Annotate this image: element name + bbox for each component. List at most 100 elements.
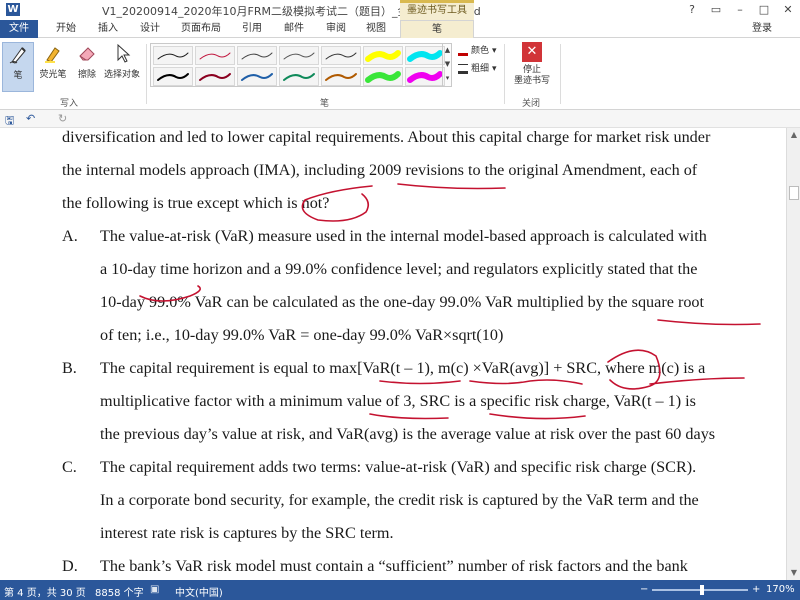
ribbon-display-icon[interactable]: ▭: [704, 0, 728, 20]
pen-weight-button[interactable]: 粗细 ▾: [458, 60, 497, 78]
maximize-button[interactable]: □: [752, 0, 776, 20]
undo-icon[interactable]: ↶: [26, 112, 35, 125]
select-objects-button[interactable]: 选择对象: [100, 42, 144, 80]
quick-access-toolbar: 🖫 ↶ ↻: [0, 110, 800, 128]
highlighter-tool-label: 荧光笔: [39, 70, 67, 80]
pen-color-button[interactable]: 颜色 ▾: [458, 42, 497, 60]
tab-references[interactable]: 引用: [234, 20, 270, 38]
tab-insert[interactable]: 插入: [90, 20, 126, 38]
pen-stroke-icon: [365, 50, 401, 62]
pen-swatch[interactable]: [405, 46, 445, 65]
ink-underline-specific: [489, 413, 586, 420]
stop-inking-label-1: 停止: [522, 65, 541, 75]
tab-design[interactable]: 设计: [132, 20, 168, 38]
highlighter-tool-button[interactable]: 荧光笔: [36, 42, 70, 80]
pen-options: 颜色 ▾ 粗细 ▾: [458, 42, 497, 78]
zoom-in-button[interactable]: +: [752, 584, 760, 595]
word-logo-icon: W: [6, 3, 20, 16]
doc-line: 10-day 99.0% VaR can be calculated as th…: [100, 293, 705, 311]
doc-line: The capital requirement adds two terms: …: [100, 458, 697, 476]
pen-stroke-icon: [365, 71, 401, 83]
pen-style-gallery: [150, 43, 452, 87]
doc-line: The capital requirement is equal to max[…: [100, 359, 706, 377]
vertical-scrollbar[interactable]: ▲ ▼: [786, 128, 800, 580]
group-divider: [560, 44, 561, 104]
stop-inking-button[interactable]: ✕ 停止 墨迹书写: [508, 42, 556, 87]
tab-home[interactable]: 开始: [48, 20, 84, 38]
proofing-icon[interactable]: ▣: [150, 584, 159, 595]
ink-underline-2009-revisions: [397, 183, 506, 190]
pen-stroke-icon: [283, 52, 315, 60]
pen-swatch[interactable]: [195, 67, 235, 86]
chevron-down-icon: ▾: [492, 46, 497, 56]
pen-stroke-icon: [283, 73, 315, 81]
redo-icon[interactable]: ↻: [58, 112, 67, 125]
pen-swatch[interactable]: [237, 46, 277, 65]
cursor-arrow-icon: [117, 43, 131, 63]
context-tab-title: 墨迹书写工具: [400, 0, 474, 20]
pen-swatch[interactable]: [363, 46, 403, 65]
pen-weight-label: 粗细: [471, 64, 490, 74]
pen-stroke-icon: [199, 52, 231, 60]
scroll-thumb[interactable]: [789, 186, 799, 200]
doc-line: In a corporate bond security, for exampl…: [100, 491, 699, 509]
pen-swatch[interactable]: [363, 67, 403, 86]
pen-swatch[interactable]: [279, 46, 319, 65]
pen-stroke-icon: [241, 73, 273, 81]
eraser-tool-label: 擦除: [77, 70, 96, 80]
tab-file[interactable]: 文件: [0, 20, 38, 38]
ink-underline-where-mc: [649, 377, 745, 385]
ink-underline-value-of-3: [369, 413, 449, 420]
doc-line: the following is true except which is no…: [62, 194, 330, 212]
option-marker-b: B.: [62, 359, 77, 377]
group-divider: [504, 44, 505, 104]
status-bar: 第 4 页，共 30 页 8858 个字 ▣ 中文(中国) − + 170%: [0, 580, 800, 600]
doc-line: a 10-day time horizon and a 99.0% confid…: [100, 260, 698, 278]
gallery-scroll-arrows[interactable]: ▲ ▼ ▾: [442, 43, 452, 87]
close-button[interactable]: ✕: [776, 0, 800, 20]
pen-stroke-icon: [407, 50, 443, 62]
document-page[interactable]: diversification and led to lower capital…: [0, 128, 786, 580]
tab-pen[interactable]: 笔: [400, 20, 474, 39]
select-objects-label: 选择对象: [103, 70, 140, 80]
pen-swatch[interactable]: [153, 46, 193, 65]
ribbon-pen: 笔 荧光笔 擦除 选择对象 写入 ▲ ▼ ▾ 颜色 ▾ 粗细 ▾ 笔 ✕ 停止 …: [0, 38, 800, 110]
pen-stroke-icon: [199, 73, 231, 81]
help-icon[interactable]: ?: [680, 0, 704, 20]
tab-view[interactable]: 视图: [358, 20, 394, 38]
doc-line: diversification and led to lower capital…: [62, 128, 711, 146]
tab-page-layout[interactable]: 页面布局: [174, 20, 228, 38]
pen-swatch[interactable]: [321, 67, 361, 86]
word-count[interactable]: 8858 个字: [95, 584, 144, 599]
pen-tool-label: 笔: [13, 71, 23, 81]
tab-mailings[interactable]: 邮件: [276, 20, 312, 38]
pen-swatch[interactable]: [195, 46, 235, 65]
pen-swatch[interactable]: [321, 46, 361, 65]
pen-stroke-icon: [157, 73, 189, 81]
pen-tool-button[interactable]: 笔: [2, 42, 34, 92]
pen-icon: [9, 47, 26, 64]
pen-swatch[interactable]: [153, 67, 193, 86]
eraser-tool-button[interactable]: 擦除: [70, 42, 104, 80]
login-link[interactable]: 登录: [752, 20, 772, 38]
ink-underline-var-t-1: [379, 380, 461, 385]
zoom-level[interactable]: 170%: [766, 584, 795, 595]
minimize-button[interactable]: –: [728, 0, 752, 20]
title-bar: W V1_20200914_2020年10月FRM二级模拟考试二（题目）_金程教…: [0, 0, 800, 20]
doc-line: the internal models approach (IMA), incl…: [62, 161, 698, 179]
tab-review[interactable]: 审阅: [318, 20, 354, 38]
zoom-out-button[interactable]: −: [640, 584, 648, 595]
language-indicator[interactable]: 中文(中国): [175, 584, 223, 599]
pen-swatch[interactable]: [237, 67, 277, 86]
scroll-down-icon[interactable]: ▼: [789, 568, 799, 578]
doc-line: interest rate risk is captures by the SR…: [100, 524, 394, 542]
pen-swatch[interactable]: [405, 67, 445, 86]
window-controls: ? ▭ – □ ✕: [680, 0, 800, 20]
doc-line: of ten; i.e., 10-day 99.0% VaR = one-day…: [100, 326, 504, 344]
pen-stroke-icon: [407, 71, 443, 83]
pen-swatch[interactable]: [279, 67, 319, 86]
page-indicator[interactable]: 第 4 页，共 30 页: [4, 584, 86, 599]
scroll-up-icon[interactable]: ▲: [789, 130, 799, 140]
zoom-slider-thumb[interactable]: [700, 585, 704, 595]
doc-line: The value-at-risk (VaR) measure used in …: [100, 227, 707, 245]
